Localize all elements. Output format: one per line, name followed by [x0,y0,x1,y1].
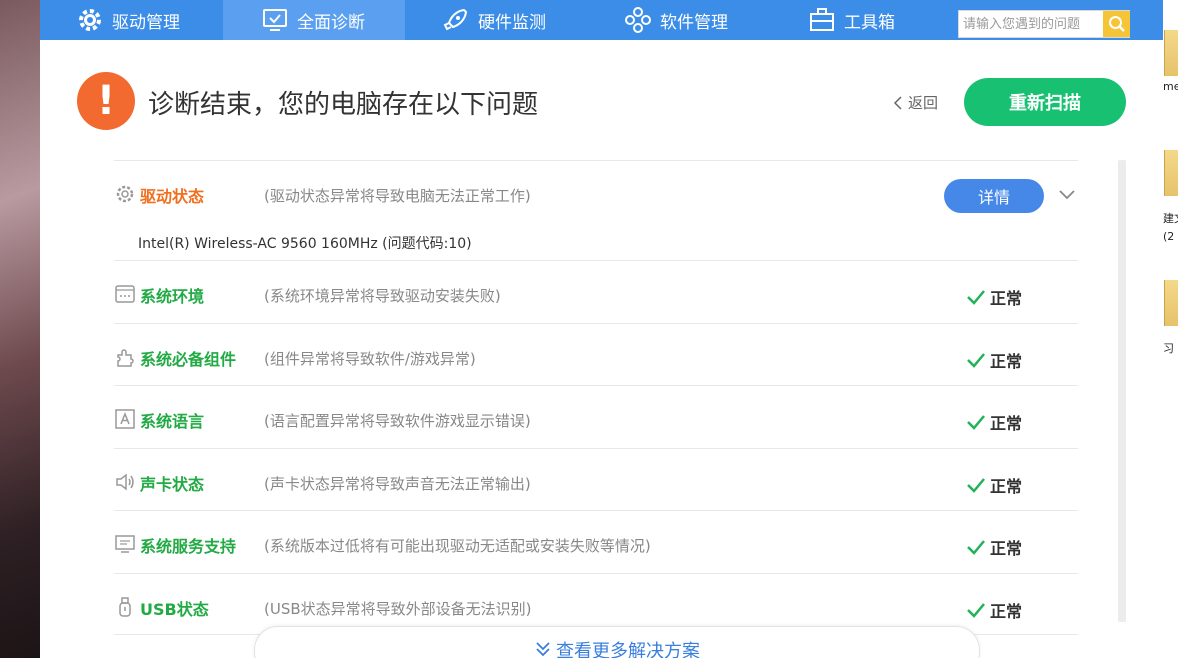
diagnosis-window: 驱动管理 7 全面诊断 硬件监测 [40,0,1163,658]
gear-outline-icon [114,183,136,205]
row-title: 系统环境 [140,287,205,306]
row-description: (声卡状态异常将导致声音无法正常输出) [264,475,531,493]
rescan-button[interactable]: 重新扫描 [964,78,1126,126]
status-ok: 正常 [966,285,1022,309]
search-input[interactable] [959,11,1103,37]
diagnosis-row-language[interactable]: 系统语言 (语言配置异常将导致软件游戏显示错误) 正常 [114,385,1078,448]
status-label: 正常 [990,414,1023,433]
desktop-file-label: (2 [1163,230,1175,243]
row-title: 驱动状态 [140,187,205,206]
check-icon [967,540,985,555]
check-icon [967,415,985,430]
nav-label: 软件管理 [660,12,728,33]
nav-driver-management[interactable]: 驱动管理 7 [76,0,254,40]
status-label: 正常 [990,602,1023,621]
language-icon [114,408,136,430]
row-description: (USB状态异常将导致外部设备无法识别) [264,600,532,618]
diagnosis-row-sound[interactable]: 声卡状态 (声卡状态异常将导致声音无法正常输出) 正常 [114,448,1078,510]
status-label: 正常 [990,477,1023,496]
row-title: 系统服务支持 [140,537,237,556]
speaker-icon [114,471,136,493]
puzzle-icon [114,346,136,368]
warning-icon: ! [77,72,135,130]
row-title: USB状态 [140,600,209,619]
desktop-wallpaper [0,0,40,658]
status-ok: 正常 [966,473,1022,497]
row-title: 系统必备组件 [140,350,237,369]
diagnosis-row-service[interactable]: 系统服务支持 (系统版本过低将有可能出现驱动无适配或安装失败等情况) 正常 [114,510,1078,573]
usb-icon [114,596,136,618]
more-solutions-button[interactable]: 查看更多解决方案 [254,626,980,658]
status-label: 正常 [990,289,1023,308]
search-button[interactable] [1103,11,1130,37]
desktop-file-label: 习 [1163,342,1174,355]
window-icon [114,283,136,305]
status-ok: 正常 [966,598,1022,622]
driver-issue-text: Intel(R) Wireless-AC 9560 160MHz (问题代码:1… [138,236,472,252]
row-title: 系统语言 [140,412,205,431]
status-ok: 正常 [966,348,1022,372]
nav-label: 全面诊断 [297,12,365,33]
nav-software-management[interactable]: 软件管理 [624,0,728,40]
diagnosis-row-components[interactable]: 系统必备组件 (组件异常将导致软件/游戏异常) 正常 [114,323,1078,385]
gear-icon [79,9,101,31]
check-icon [967,478,985,493]
nav-label: 硬件监测 [478,12,546,33]
toolbox-icon [810,8,834,31]
desktop-file-label: 建文 [1163,212,1178,225]
details-button[interactable]: 详情 [944,179,1044,213]
double-chevron-down-icon [536,642,550,657]
row-description: (组件异常将导致软件/游戏异常) [264,350,476,368]
nav-toolbox[interactable]: 工具箱 [808,0,895,40]
status-ok: 正常 [966,410,1022,434]
back-link[interactable]: 返回 [892,92,938,113]
row-title: 声卡状态 [140,475,205,494]
diagnosis-row-system-env[interactable]: 系统环境 (系统环境异常将导致驱动安装失败) 正常 [114,260,1078,323]
row-description: (驱动状态异常将导致电脑无法正常工作) [264,187,531,205]
diagnosis-row-driver[interactable]: 驱动状态 (驱动状态异常将导致电脑无法正常工作) 详情 Intel(R) Wir… [114,160,1078,260]
nav-label: 驱动管理 [112,12,180,33]
desktop-file-icon[interactable] [1164,30,1178,76]
desktop-file-label: me [1163,80,1178,93]
more-solutions-label: 查看更多解决方案 [556,641,700,658]
nav-full-diagnosis[interactable]: 全面诊断 [223,0,405,40]
desktop-area [1163,0,1178,658]
check-icon [967,353,985,368]
page-title: 诊断结束，您的电脑存在以下问题 [148,90,539,120]
status-label: 正常 [990,352,1023,371]
status-ok: 正常 [966,535,1022,559]
rocket-icon [443,8,468,31]
check-icon [967,290,985,305]
apps-icon [625,7,651,33]
top-nav: 驱动管理 7 全面诊断 硬件监测 [40,0,1163,40]
desktop-file-icon[interactable] [1164,150,1178,196]
nav-label: 工具箱 [844,12,895,33]
desktop-file-icon[interactable] [1164,280,1178,326]
service-monitor-icon [114,533,136,555]
check-icon [967,603,985,618]
row-description: (语言配置异常将导致软件游戏显示错误) [264,412,531,430]
search-box [958,10,1130,38]
search-icon [1108,16,1125,32]
back-label: 返回 [908,94,939,112]
nav-hardware-monitor[interactable]: 硬件监测 [442,0,546,40]
row-description: (系统环境异常将导致驱动安装失败) [264,287,501,305]
monitor-check-icon [263,9,287,31]
chevron-left-icon [893,95,902,110]
chevron-down-icon[interactable] [1058,187,1076,201]
row-description: (系统版本过低将有可能出现驱动无适配或安装失败等情况) [264,537,651,555]
status-label: 正常 [990,539,1023,558]
scrollbar[interactable] [1118,160,1126,622]
